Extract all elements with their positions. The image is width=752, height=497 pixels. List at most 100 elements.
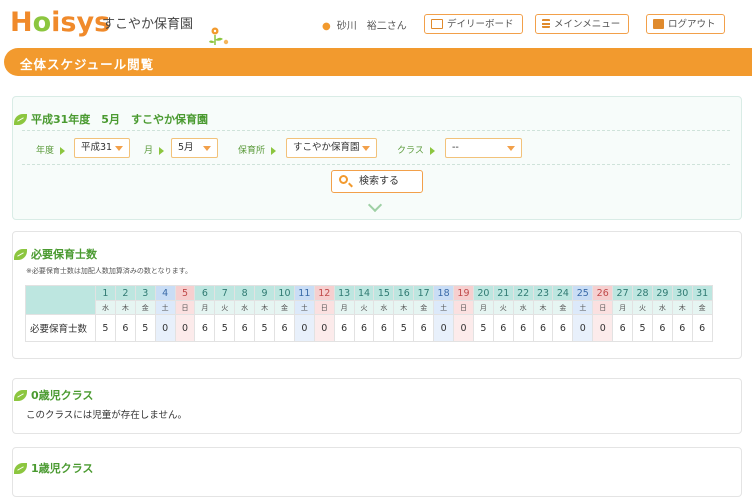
day-number-cell: 30 [671,285,693,301]
month-select[interactable]: 5月 [171,138,218,158]
menu-icon [542,19,550,28]
daily-board-label: デイリーボード [447,19,514,30]
staff-schedule-table: 1 2 3 4 5 6 7 8 9 10 11 12 13 14 15 16 17 18 19 20 21 22 23 24 2… [25,285,713,342]
staff-count-cell: 6 [413,314,435,342]
day-number-cell: 26 [592,285,614,301]
facility-label-text: 保育所 [238,146,266,156]
triangle-icon [429,146,435,155]
staff-count-cell: 6 [353,314,375,342]
dropdown-arrow-icon [507,146,515,151]
weekday-cell: 火 [492,300,514,315]
weekday-cell: 木 [114,300,136,315]
staff-count-cell: 6 [532,314,554,342]
staff-count-cell: 6 [234,314,256,342]
staff-count-cell: 0 [154,314,176,342]
user-name: 砂川 裕二さん [336,21,407,32]
user-icon: ● [322,21,331,32]
search-button-label: 検索する [359,176,399,187]
staff-count-cell: 0 [572,314,594,342]
weekday-cell: 木 [393,300,415,315]
logout-button[interactable]: ログアウト [646,14,725,34]
logo-letter-o: o [32,7,52,38]
staff-count-cell: 0 [433,314,455,342]
staff-count-cell: 6 [114,314,136,342]
facility-value: すこやか保育園 [293,142,360,153]
staff-count-cell: 6 [373,314,395,342]
day-number-cell: 11 [293,285,315,301]
class-label-text: クラス [397,146,424,156]
weekday-cell: 月 [472,300,494,315]
day-number-cell: 6 [194,285,216,301]
weekday-cell: 土 [433,300,455,315]
weekday-cell: 水 [651,300,673,315]
staff-count-cell: 0 [592,314,614,342]
day-number-cell: 31 [691,285,713,301]
day-number-cell: 16 [393,285,415,301]
leaf-icon [14,248,27,260]
month-label-text: 月 [144,146,154,156]
staff-count-cell: 5 [632,314,653,342]
weekday-cell: 月 [612,300,634,315]
triangle-icon [60,146,66,155]
facility-select[interactable]: すこやか保育園 [286,138,377,158]
day-number-cell: 19 [453,285,474,301]
main-menu-button[interactable]: メインメニュー [535,14,630,34]
day-number-cell: 18 [433,285,455,301]
day-number-cell: 10 [274,285,295,301]
staff-count-cell: 6 [612,314,634,342]
day-number-cell: 1 [95,285,116,301]
weekday-cell: 金 [552,300,574,315]
weekday-row: 水木金土日月火水木金土日月火水木金土日月火水木金土日月火水木金 [26,300,713,315]
day-number-cell: 2 [114,285,136,301]
triangle-icon [159,146,165,155]
search-icon [339,175,348,184]
year-label-text: 年度 [36,146,55,156]
search-button[interactable]: 検索する [331,170,423,193]
weekday-cell: 日 [453,300,474,315]
year-select[interactable]: 平成31 [74,138,130,158]
staff-heading: 必要保育士数 [14,246,97,262]
staff-count-cell: 0 [453,314,474,342]
staff-count-cell: 5 [95,314,116,342]
user-info: ● 砂川 裕二さん [322,17,407,32]
weekday-cell: 水 [95,300,116,315]
class1-heading-text: 1歳児クラス [31,462,94,475]
staff-count-cell: 6 [512,314,534,342]
weekday-cell: 水 [373,300,395,315]
weekday-cell: 木 [254,300,276,315]
hoisys-logo[interactable]: Hoisys [10,7,110,39]
weekday-cell: 木 [671,300,693,315]
filter-heading-text: 平成31年度 5月 すこやか保育園 [31,113,208,126]
staff-count-cell: 0 [313,314,335,342]
staff-count-cell: 6 [194,314,216,342]
top-bar: Hoisys すこやか保育園 ● 砂川 裕二さん デイリーボード メインメニュー … [0,0,752,45]
weekday-cell: 日 [313,300,335,315]
day-number-cell: 9 [254,285,276,301]
weekday-cell: 金 [274,300,295,315]
class0-heading-text: 0歳児クラス [31,389,94,402]
class-select[interactable]: -- [445,138,522,158]
staff-count-cell: 6 [651,314,673,342]
day-number-cell: 17 [413,285,435,301]
day-number-cell: 29 [651,285,673,301]
page-title-band: 全体スケジュール閲覧 [4,48,752,76]
day-number-cell: 7 [214,285,236,301]
logo-letter-h: H [10,7,33,38]
flower-icon [209,27,229,45]
dropdown-arrow-icon [115,146,123,151]
logout-icon [653,18,664,29]
daily-board-button[interactable]: デイリーボード [424,14,523,34]
day-number-cell: 24 [552,285,574,301]
row-label: 必要保育士数 [25,314,96,342]
day-number-cell: 28 [632,285,653,301]
year-value: 平成31 [81,142,113,153]
weekday-cell: 金 [691,300,713,315]
day-number-cell: 5 [174,285,196,301]
weekday-cell: 金 [413,300,435,315]
weekday-cell: 土 [572,300,594,315]
class0-panel [12,378,742,434]
dropdown-arrow-icon [203,146,211,151]
dropdown-arrow-icon [362,146,370,151]
leaf-icon [14,113,27,125]
staff-count-cell: 5 [134,314,156,342]
